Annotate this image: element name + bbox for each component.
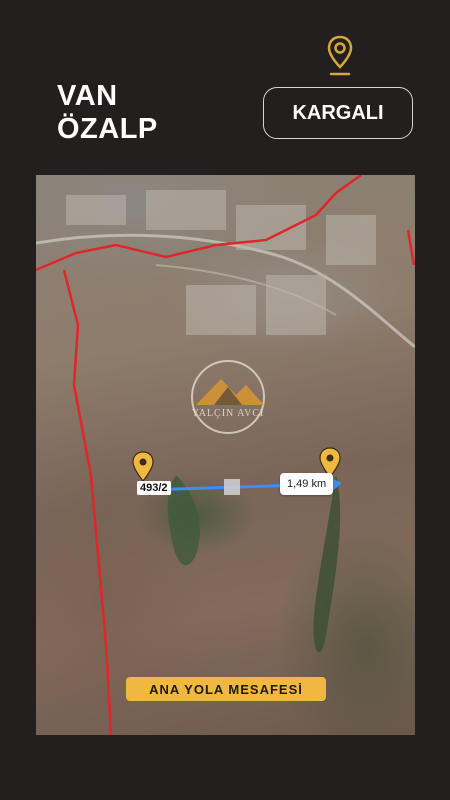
distance-caption: ANA YOLA MESAFESİ <box>126 677 326 701</box>
satellite-map[interactable]: YALÇIN AVCI 493/2 1,49 km ANA YOLA MESAF… <box>36 175 415 735</box>
city-title: VAN ÖZALP <box>57 80 158 146</box>
parcel-number-label: 493/2 <box>137 481 171 495</box>
province-name: VAN <box>57 80 118 112</box>
location-pin-icon <box>327 35 353 76</box>
location-button[interactable]: KARGALI <box>263 87 413 139</box>
distance-label: 1,49 km <box>280 473 334 495</box>
watermark-logo <box>191 360 265 434</box>
district-name: ÖZALP <box>57 113 158 145</box>
watermark-text: YALÇIN AVCI <box>191 408 265 419</box>
parcel-pin-icon <box>132 451 154 482</box>
map-overlay <box>36 175 415 735</box>
